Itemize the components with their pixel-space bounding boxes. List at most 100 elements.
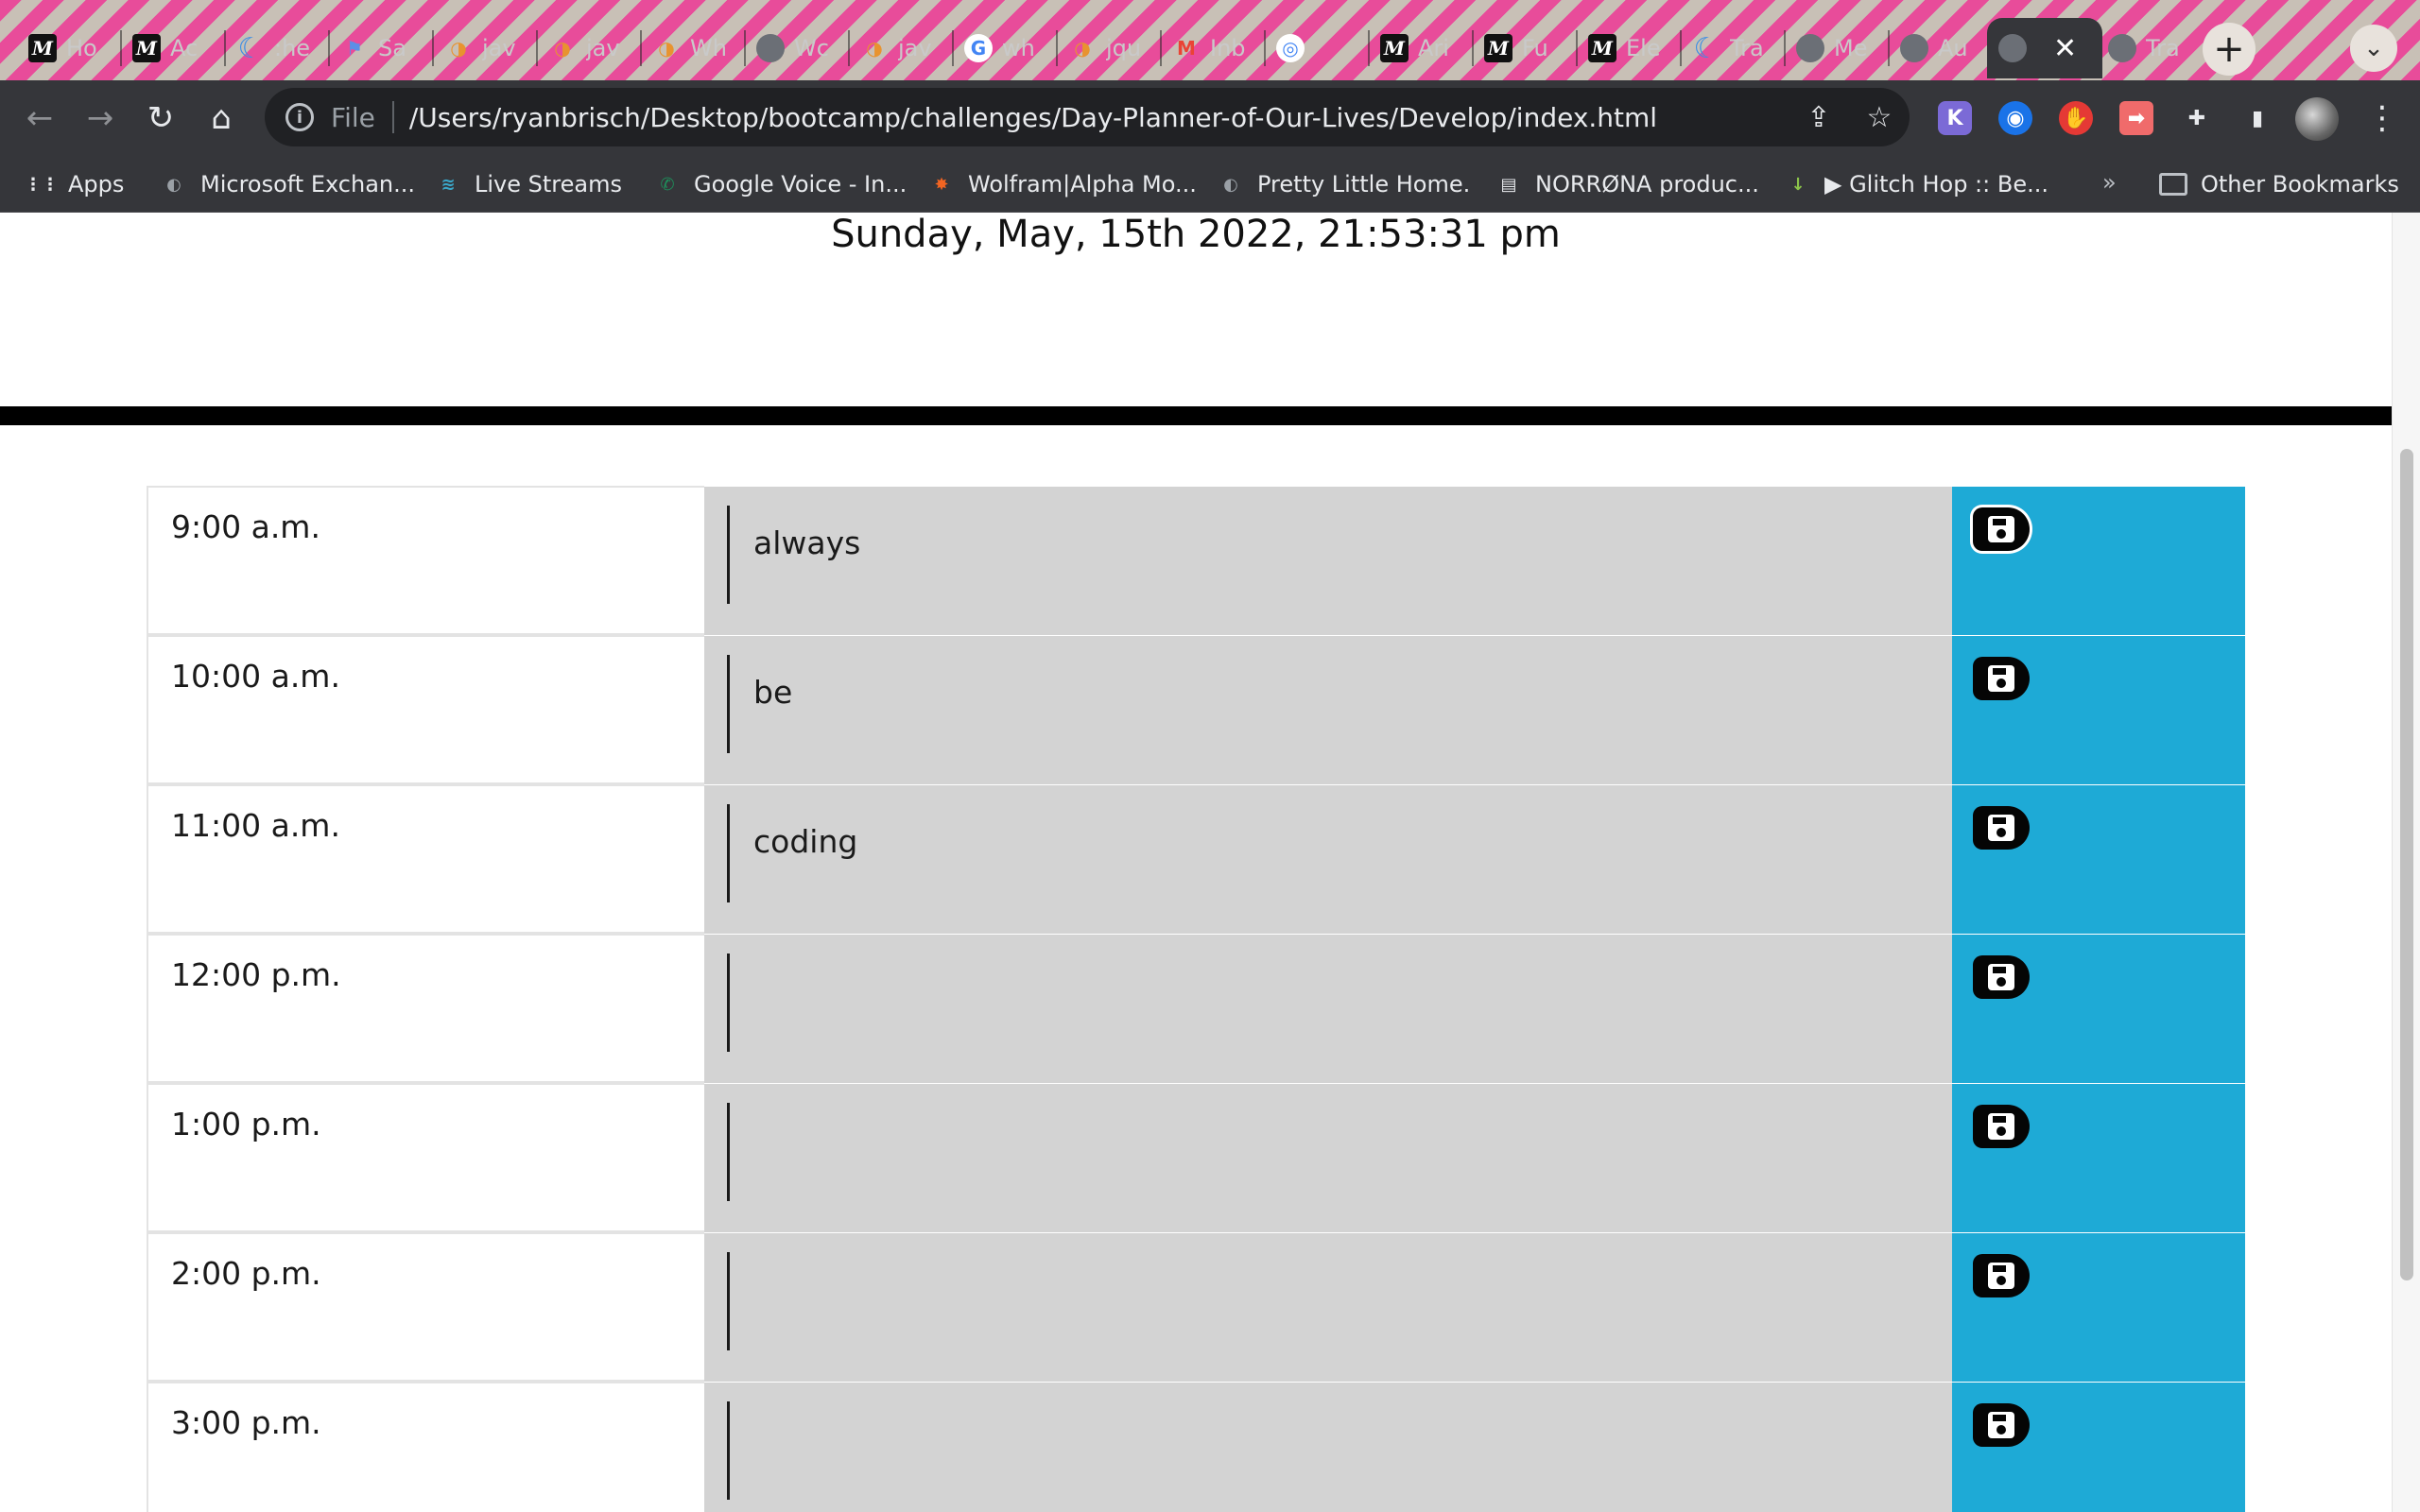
- ext-icon: ◎: [1276, 34, 1305, 62]
- save-button[interactable]: [1973, 1403, 2030, 1447]
- close-tab-icon[interactable]: ✕: [2053, 32, 2077, 65]
- bookmarks-bar: ⋮⋮ Apps ◐ Microsoft Exchan... ≋ Live Streams ✆…: [0, 156, 2420, 213]
- tab[interactable]: ◎: [1265, 18, 1369, 78]
- tab-title: jav: [482, 35, 516, 61]
- tab[interactable]: M Ari: [1369, 18, 1473, 78]
- save-button[interactable]: [1973, 955, 2030, 999]
- event-description-textarea[interactable]: [704, 1382, 1952, 1512]
- globe-icon: [1796, 34, 1824, 62]
- tab[interactable]: ◑ jav: [433, 18, 537, 78]
- scrollbar-thumb[interactable]: [2400, 449, 2413, 1280]
- event-description-textarea[interactable]: coding: [704, 784, 1952, 934]
- tab-active[interactable]: ✕: [1987, 18, 2102, 78]
- event-description-textarea[interactable]: [704, 1232, 1952, 1382]
- text-cursor-bar: [727, 954, 730, 1052]
- tab[interactable]: Tra: [2097, 18, 2201, 78]
- other-bookmarks[interactable]: Other Bookmarks: [2159, 165, 2399, 203]
- tab[interactable]: ◑ Wh: [641, 18, 745, 78]
- extension-k-icon[interactable]: K: [1938, 101, 1972, 135]
- tab-search-button[interactable]: ⌄: [2350, 25, 2397, 72]
- tab[interactable]: Me: [1785, 18, 1889, 78]
- bookmark-item[interactable]: ↓ ▶ Glitch Hop :: Be...: [1785, 165, 2048, 203]
- tab[interactable]: M Fu: [1473, 18, 1577, 78]
- bookmark-item[interactable]: ⋮⋮ Apps: [25, 165, 124, 203]
- apps-icon: ⋮⋮: [25, 174, 59, 195]
- tab[interactable]: ◑ jav: [537, 18, 641, 78]
- chevron-down-icon: ⌄: [2363, 34, 2384, 62]
- extension-arrow-icon[interactable]: ➡: [2119, 101, 2153, 135]
- bookmark-item[interactable]: ✸ Wolfram|Alpha Mo...: [928, 165, 1197, 203]
- save-column: [1952, 1083, 2245, 1232]
- bookmark-item[interactable]: ≋ Live Streams: [435, 165, 622, 203]
- share-icon[interactable]: ⇪: [1789, 101, 1849, 134]
- text-cursor-bar: [727, 506, 730, 604]
- save-button[interactable]: [1973, 657, 2030, 700]
- tab[interactable]: M Ho: [17, 18, 121, 78]
- event-description-textarea[interactable]: [704, 934, 1952, 1083]
- save-button[interactable]: [1973, 1105, 2030, 1148]
- new-tab-button[interactable]: +: [2203, 23, 2256, 76]
- address-bar[interactable]: i File /Users/ryanbrisch/Desktop/bootcam…: [265, 88, 1910, 146]
- home-button[interactable]: ⌂: [195, 92, 248, 145]
- info-icon[interactable]: i: [285, 103, 314, 131]
- page-icon: ▤: [1500, 174, 1517, 195]
- folder-icon: [2159, 173, 2187, 196]
- event-description-textarea[interactable]: [704, 1083, 1952, 1232]
- back-button[interactable]: ←: [13, 92, 66, 145]
- bookmark-star-icon[interactable]: ☆: [1849, 101, 1910, 134]
- save-button[interactable]: [1973, 507, 2030, 551]
- tab[interactable]: M Ac: [121, 18, 225, 78]
- side-panel-icon[interactable]: ▮: [2240, 101, 2274, 135]
- event-description-text: always: [753, 524, 861, 561]
- tab[interactable]: M Ele: [1577, 18, 1681, 78]
- globe-icon: [1998, 34, 2027, 62]
- orange-icon: ◑: [554, 37, 571, 60]
- tab[interactable]: ☾ Tra: [1681, 18, 1785, 78]
- time-block-row: 3:00 p.m.: [147, 1382, 2245, 1512]
- tab[interactable]: ☾:he: [225, 18, 329, 78]
- browser-menu-icon[interactable]: ⋮: [2363, 94, 2401, 143]
- orange-icon: ◑: [450, 37, 467, 60]
- arrow-left-icon: ←: [26, 99, 54, 137]
- hour-label: 10:00 a.m.: [147, 635, 704, 784]
- tab-title: wh: [1002, 35, 1035, 61]
- header-divider: [0, 406, 2392, 425]
- event-description-textarea[interactable]: always: [704, 486, 1952, 635]
- hour-label: 3:00 p.m.: [147, 1382, 704, 1512]
- save-button[interactable]: [1973, 1254, 2030, 1297]
- time-block-row: 2:00 p.m.: [147, 1232, 2245, 1382]
- tab[interactable]: M Inb: [1161, 18, 1265, 78]
- extension-hand-icon[interactable]: ✋: [2059, 101, 2093, 135]
- bookmark-item[interactable]: ◐ Microsoft Exchan...: [161, 165, 415, 203]
- tab[interactable]: Gwh: [953, 18, 1057, 78]
- reload-button[interactable]: ↻: [134, 92, 187, 145]
- extensions-puzzle-icon[interactable]: ✚: [2180, 101, 2214, 135]
- address-url[interactable]: /Users/ryanbrisch/Desktop/bootcamp/chall…: [409, 102, 1657, 133]
- tab[interactable]: ◑ jqu: [1057, 18, 1161, 78]
- bookmark-item[interactable]: ✆ Google Voice - In...: [654, 165, 907, 203]
- tab[interactable]: ⚑ Sa: [329, 18, 433, 78]
- tab[interactable]: Wc: [745, 18, 849, 78]
- globe-icon: ◐: [1223, 174, 1238, 195]
- bookmark-item[interactable]: ◐ Pretty Little Home.: [1218, 165, 1470, 203]
- event-description-text: be: [753, 674, 793, 711]
- bookmark-item[interactable]: ▤ NORRØNA produc...: [1495, 165, 1758, 203]
- page-scrollbar[interactable]: [2392, 213, 2420, 1512]
- profile-avatar[interactable]: [2295, 97, 2339, 141]
- event-description-textarea[interactable]: be: [704, 635, 1952, 784]
- tab-title: Au: [1938, 35, 1968, 61]
- time-block-row: 11:00 a.m. coding: [147, 784, 2245, 934]
- address-separator: [391, 101, 394, 133]
- tab[interactable]: Au: [1889, 18, 1993, 78]
- tab[interactable]: ◑ jav: [849, 18, 953, 78]
- extension-circle-icon[interactable]: ◉: [1998, 101, 2032, 135]
- tab-title: jav: [586, 35, 620, 61]
- tab-title: Wc: [794, 35, 829, 61]
- save-button[interactable]: [1973, 806, 2030, 850]
- jquery-icon: ☾: [1693, 31, 1720, 65]
- text-cursor-bar: [727, 655, 730, 753]
- bookmark-label: Wolfram|Alpha Mo...: [968, 171, 1197, 198]
- planner-container: 9:00 a.m. always 10:00 a.m. be 11:00 a.m. cod…: [147, 486, 2245, 1512]
- bookmarks-overflow-icon[interactable]: »: [2102, 169, 2117, 196]
- forward-button[interactable]: →: [74, 92, 127, 145]
